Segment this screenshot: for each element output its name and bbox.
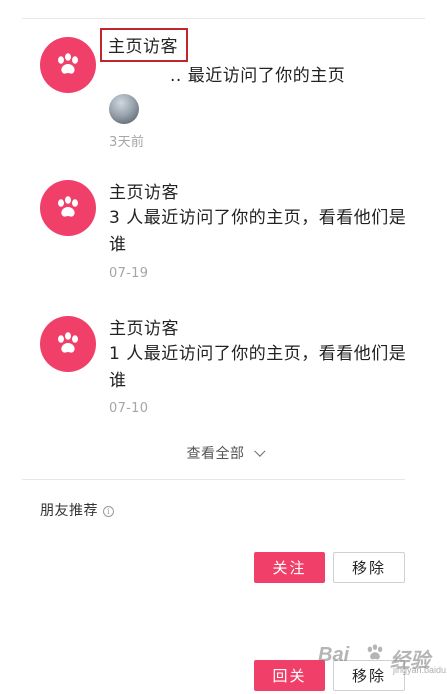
notification-text: 3 人最近访问了你的主页，看看他们是谁: [109, 208, 407, 255]
top-divider: [22, 18, 425, 19]
see-all-link[interactable]: 查看全部: [0, 443, 447, 463]
baidu-paw-icon: [364, 642, 386, 664]
notification-text: 1 人最近访问了你的主页，看看他们是谁: [109, 344, 407, 391]
notification-title: 主页访客: [100, 28, 188, 62]
visitor-avatar[interactable]: [40, 316, 96, 372]
paw-icon: [58, 332, 78, 353]
follow-button[interactable]: 关注: [254, 552, 325, 583]
follow-back-button[interactable]: 回关: [254, 660, 325, 691]
visitor-avatar[interactable]: [40, 37, 96, 93]
baidu-jingyan-watermark: Bai 经验 jingyan.baidu.com: [318, 642, 447, 684]
notifications-page: 主页访客 .. 最近访问了你的主页 3天前 主页访客 3 人最近访问了你的主页，…: [0, 0, 447, 694]
visitor-thumbnail[interactable]: [109, 94, 139, 124]
visitor-avatar[interactable]: [40, 180, 96, 236]
remove-button[interactable]: 移除: [333, 552, 405, 583]
chevron-down-icon: [253, 445, 265, 457]
notification-title: 主页访客: [109, 183, 179, 203]
friend-recommendations-heading: 朋友推荐 i: [40, 500, 114, 520]
watermark-text: Bai: [318, 644, 350, 666]
notification-date: 07-10: [109, 401, 149, 416]
section-divider: [22, 479, 405, 480]
paw-icon: [58, 53, 78, 74]
recommendation-row: 关注 移除: [0, 552, 447, 592]
notification-date: 07-19: [109, 266, 149, 281]
notification-date: 3天前: [109, 135, 145, 150]
notification-text: .. 最近访问了你的主页: [170, 66, 346, 86]
notification-title: 主页访客: [109, 319, 179, 339]
see-all-label: 查看全部: [186, 446, 245, 462]
section-title-label: 朋友推荐: [40, 503, 98, 519]
info-icon[interactable]: i: [103, 506, 114, 517]
paw-icon: [58, 196, 78, 217]
watermark-sub: jingyan.baidu.com: [393, 665, 447, 675]
